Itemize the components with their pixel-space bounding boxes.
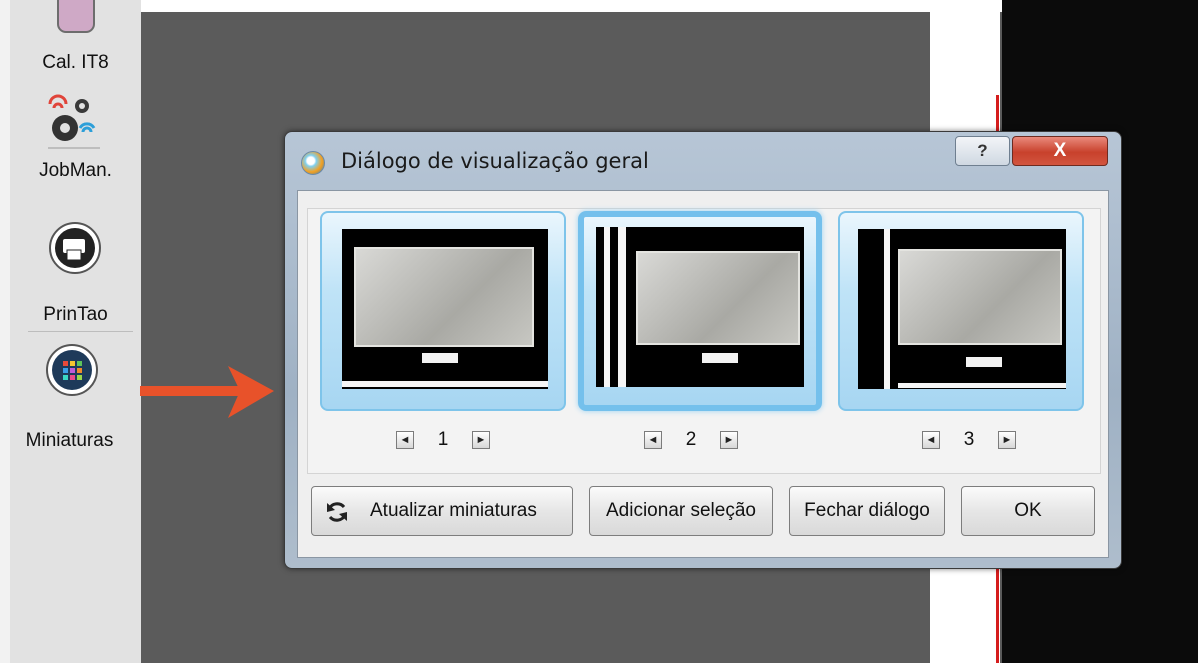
refresh-thumbnails-label: Atualizar miniaturas	[370, 500, 537, 521]
sidebar-item-cal-it8[interactable]: Cal. IT8	[10, 0, 141, 74]
calibration-icon	[57, 0, 95, 33]
photo-edge-1	[342, 381, 548, 387]
thumbnail-nav-3: ◄ 3 ►	[838, 429, 1084, 451]
photo-edge-2	[604, 227, 610, 387]
refresh-icon	[327, 502, 347, 522]
help-button[interactable]: ?	[955, 136, 1010, 166]
thumbnail-image-2	[596, 227, 804, 387]
photo-edge-2b	[618, 227, 626, 387]
thumbnail-image-3	[858, 229, 1066, 389]
sidebar-item-label: Miniaturas	[25, 430, 114, 451]
thumbnail-nav-1: ◄ 1 ►	[320, 429, 566, 451]
sidebar-edge	[0, 0, 10, 663]
pointer-arrow-icon	[140, 366, 274, 418]
printer-icon	[49, 222, 101, 274]
thumbnail-nav-2: ◄ 2 ►	[578, 429, 824, 451]
close-dialog-button[interactable]: Fechar diálogo	[789, 486, 945, 536]
photo-3	[898, 249, 1062, 345]
prev-page-button[interactable]: ◄	[644, 431, 662, 449]
next-page-button[interactable]: ►	[720, 431, 738, 449]
next-page-button[interactable]: ►	[998, 431, 1016, 449]
thumbnail-number: 2	[685, 429, 697, 450]
photo-edge-3	[884, 229, 890, 389]
sidebar-item-miniaturas[interactable]: Miniaturas	[10, 342, 141, 452]
refresh-thumbnails-button[interactable]: Atualizar miniaturas	[311, 486, 573, 536]
prev-page-button[interactable]: ◄	[922, 431, 940, 449]
photo-edge-3b	[898, 383, 1066, 388]
dialog-title: Diálogo de visualização geral	[341, 149, 649, 173]
photo-2	[636, 251, 800, 345]
thumbnail-card-2[interactable]	[578, 211, 822, 411]
prev-page-button[interactable]: ◄	[396, 431, 414, 449]
overview-dialog: Diálogo de visualização geral ? X ◄ 1 ►	[284, 131, 1122, 569]
sidebar-item-jobman[interactable]: JobMan.	[10, 92, 141, 182]
dialog-app-icon	[301, 151, 325, 175]
sidebar-item-printao[interactable]: PrinTao	[10, 220, 141, 326]
photo-1	[354, 247, 534, 347]
add-selection-button[interactable]: Adicionar seleção	[589, 486, 773, 536]
thumbnails-grid-icon	[46, 344, 98, 396]
thumbnail-number: 1	[437, 429, 449, 450]
photo-label-3	[966, 357, 1002, 367]
photo-label-2	[702, 353, 738, 363]
sidebar-divider	[28, 331, 133, 332]
thumbnail-grid: ◄ 1 ► ◄ 2 ► ◄ 3 ►	[307, 208, 1101, 474]
sidebar-item-label: Cal. IT8	[42, 52, 109, 73]
sidebar: Cal. IT8 JobMan. PrinTao Miniaturas	[10, 0, 141, 663]
thumbnail-card-3[interactable]	[838, 211, 1084, 411]
gears-icon	[48, 94, 100, 149]
sidebar-item-label: JobMan.	[39, 160, 112, 181]
thumbnail-card-1[interactable]	[320, 211, 566, 411]
photo-label-1	[422, 353, 458, 363]
thumbnail-image-1	[342, 229, 548, 389]
sidebar-item-label: PrinTao	[43, 304, 108, 325]
next-page-button[interactable]: ►	[472, 431, 490, 449]
thumbnail-number: 3	[963, 429, 975, 450]
ok-button[interactable]: OK	[961, 486, 1095, 536]
close-window-button[interactable]: X	[1012, 136, 1108, 166]
